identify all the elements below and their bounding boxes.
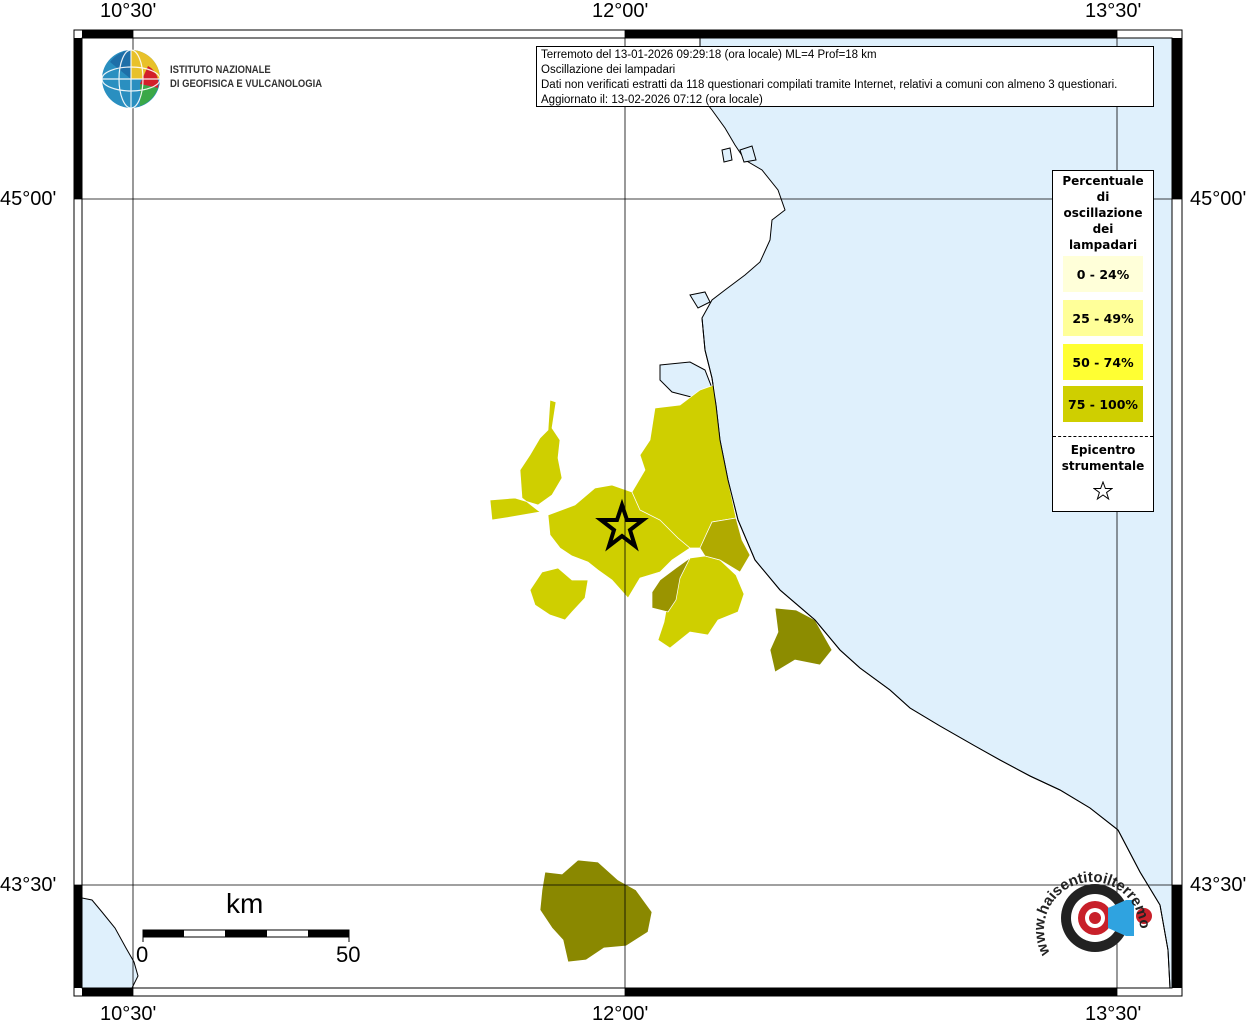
scale-unit-label: km (226, 888, 264, 919)
info-line-subject: Oscillazione dei lampadari (541, 64, 676, 76)
lat-label-left-1: 45°00' (0, 188, 57, 210)
legend-swatch-50-74: 50 - 74% (1063, 344, 1143, 380)
star-outline-icon (1093, 481, 1113, 501)
legend-title-line: lampadari (1068, 238, 1138, 252)
legend-title: Percentuale di oscillazione dei lampadar… (1053, 173, 1153, 253)
scale-bar (142, 929, 350, 942)
legend-title-line: Percentuale (1062, 174, 1144, 188)
scale-max-label: 50 (336, 942, 361, 967)
lagoon-small-1 (689, 291, 711, 309)
legend-divider (1053, 436, 1153, 437)
ingv-name-line1: ISTITUTO NAZIONALE (170, 64, 271, 76)
legend-title-line: di (1096, 190, 1110, 204)
scale-min-label: 0 (136, 942, 149, 967)
lagoon-small-3 (721, 147, 733, 163)
lon-label-top-2: 12°00' (592, 0, 649, 22)
earthquake-info-box: Terremoto del 13-01-2026 09:29:18 (ora l… (536, 46, 1154, 107)
info-line-event: Terremoto del 13-01-2026 09:29:18 (ora l… (541, 49, 877, 61)
ingv-name: ISTITUTO NAZIONALE DI GEOFISICA E VULCAN… (170, 63, 322, 91)
ingv-name-line2: DI GEOFISICA E VULCANOLOGIA (170, 78, 323, 90)
lon-label-bottom-3: 13°30' (1085, 1003, 1142, 1025)
municipality-far-south-dark[interactable] (539, 859, 653, 963)
municipality-south-west[interactable] (529, 567, 589, 621)
sea-tyrrhenian (81, 897, 139, 989)
lat-label-right-1: 45°00' (1190, 188, 1247, 210)
legend-swatch-75-100: 75 - 100% (1063, 386, 1143, 422)
info-line-updated: Aggiornato il: 13-02-2026 07:12 (ora loc… (541, 94, 763, 106)
hsit-logo: www.haisentitoilterremoto.it (1030, 858, 1153, 959)
legend-swatch-25-49: 25 - 49% (1063, 300, 1143, 336)
lon-label-top-3: 13°30' (1085, 0, 1142, 22)
lon-label-bottom-2: 12°00' (592, 1003, 649, 1025)
legend-epicenter-label: Epicentro strumentale (1053, 442, 1153, 474)
lon-label-bottom-1: 10°30' (100, 1003, 157, 1025)
legend-epicenter-line: Epicentro (1070, 443, 1136, 457)
legend-title-line: oscillazione (1063, 206, 1143, 220)
lat-label-left-2: 43°30' (0, 874, 57, 896)
legend-title-line: dei (1092, 222, 1114, 236)
legend-epicenter-line: strumentale (1061, 459, 1145, 473)
lat-label-right-2: 43°30' (1190, 874, 1247, 896)
ingv-globe-logo (101, 49, 161, 109)
legend-swatch-0-24: 0 - 24% (1063, 256, 1143, 292)
legend-panel: Percentuale di oscillazione dei lampadar… (1052, 170, 1154, 512)
lon-label-top-1: 10°30' (100, 0, 157, 22)
municipality-north-west-strip[interactable] (489, 399, 563, 521)
info-line-disclaimer: Dati non verificati estratti da 118 ques… (541, 79, 1118, 91)
